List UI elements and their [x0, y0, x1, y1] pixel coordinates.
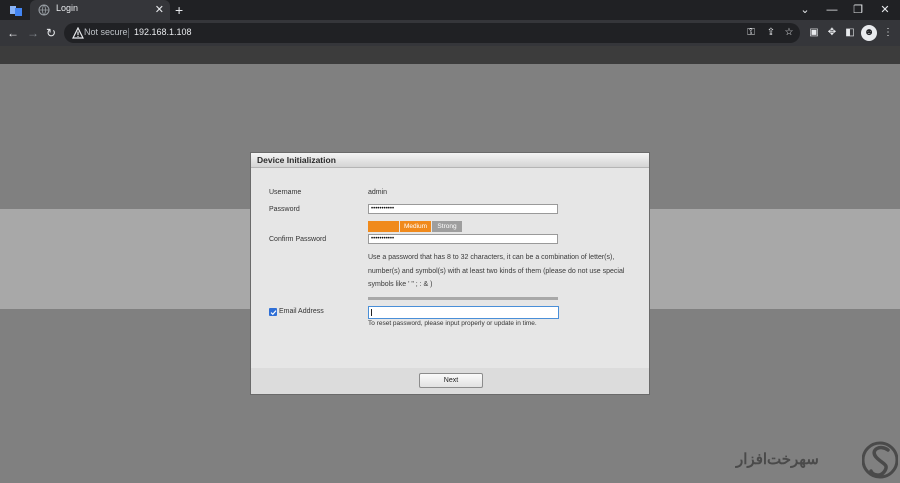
email-hint: To reset password, please input properly… [368, 320, 537, 327]
tab-search-icon[interactable] [8, 3, 24, 17]
password-hint: Use a password that has 8 to 32 characte… [368, 254, 625, 288]
profile-avatar[interactable]: ☻ [861, 25, 877, 41]
omnibox-divider [128, 28, 129, 38]
next-button[interactable]: Next [419, 373, 483, 388]
page-top-band [0, 46, 900, 64]
password-field[interactable]: ••••••••••• [368, 204, 558, 214]
tab-list-chevron-icon[interactable]: ⌄ [793, 0, 817, 20]
email-address-label: Email Address [279, 308, 324, 315]
dialog-title: Device Initialization [251, 153, 649, 168]
email-input[interactable] [368, 306, 559, 319]
strength-medium: Medium [400, 221, 431, 232]
restore-button[interactable]: ❐ [846, 0, 870, 20]
minimize-button[interactable]: — [820, 0, 844, 20]
password-label: Password [269, 206, 300, 213]
confirm-password-field[interactable]: ••••••••••• [368, 234, 558, 244]
dialog-footer: Next [251, 368, 649, 394]
security-label[interactable]: Not secure [84, 27, 128, 37]
back-arrow-icon[interactable]: ← [4, 24, 22, 42]
browser-toolbar: ← → ↻ Not secure 192.168.1.108 ⚿ ⇪ ☆ ▣ ✥… [0, 20, 900, 46]
share-icon[interactable]: ⇪ [764, 26, 778, 40]
close-window-button[interactable]: ✕ [873, 0, 897, 20]
watermark-logo-icon [862, 441, 898, 479]
forward-arrow-icon[interactable]: → [24, 24, 42, 42]
key-icon[interactable]: ⚿ [744, 26, 758, 40]
extension-icon[interactable]: ▣ [806, 25, 822, 41]
tab-title: Login [56, 3, 79, 13]
confirm-password-label: Confirm Password [269, 236, 327, 243]
address-bar[interactable]: Not secure 192.168.1.108 ⚿ ⇪ ☆ [64, 23, 800, 43]
bookmark-star-icon[interactable]: ☆ [782, 26, 796, 40]
username-label: Username [269, 189, 302, 196]
password-strength-meter: Medium Strong [368, 221, 462, 232]
tab-close-icon[interactable]: ✕ [155, 2, 164, 18]
browser-tab-strip: Login ✕ + ⌄ — ❐ ✕ [0, 0, 900, 20]
email-checkbox[interactable] [269, 308, 277, 316]
checkmark-icon [270, 309, 276, 315]
tab-login[interactable]: Login ✕ [30, 0, 170, 20]
username-value: admin [368, 189, 388, 196]
hint-divider [368, 297, 558, 300]
watermark-text: ﺳﻬﺮﺧﺖﺍﻓﺰﺍﺭ [736, 451, 819, 468]
globe-icon [38, 4, 50, 16]
warning-triangle-icon [72, 27, 84, 39]
strength-weak [368, 221, 399, 232]
text-caret [371, 309, 372, 316]
strength-strong: Strong [432, 221, 462, 232]
device-initialization-dialog: Device Initialization Username admin Pas… [250, 152, 650, 395]
new-tab-button[interactable]: + [175, 1, 183, 19]
menu-kebab-icon[interactable]: ⋮ [880, 25, 896, 41]
puzzle-icon[interactable]: ✥ [824, 25, 840, 41]
reload-icon[interactable]: ↻ [42, 24, 60, 42]
side-panel-icon[interactable]: ◧ [842, 25, 858, 41]
url-text[interactable]: 192.168.1.108 [134, 27, 192, 37]
